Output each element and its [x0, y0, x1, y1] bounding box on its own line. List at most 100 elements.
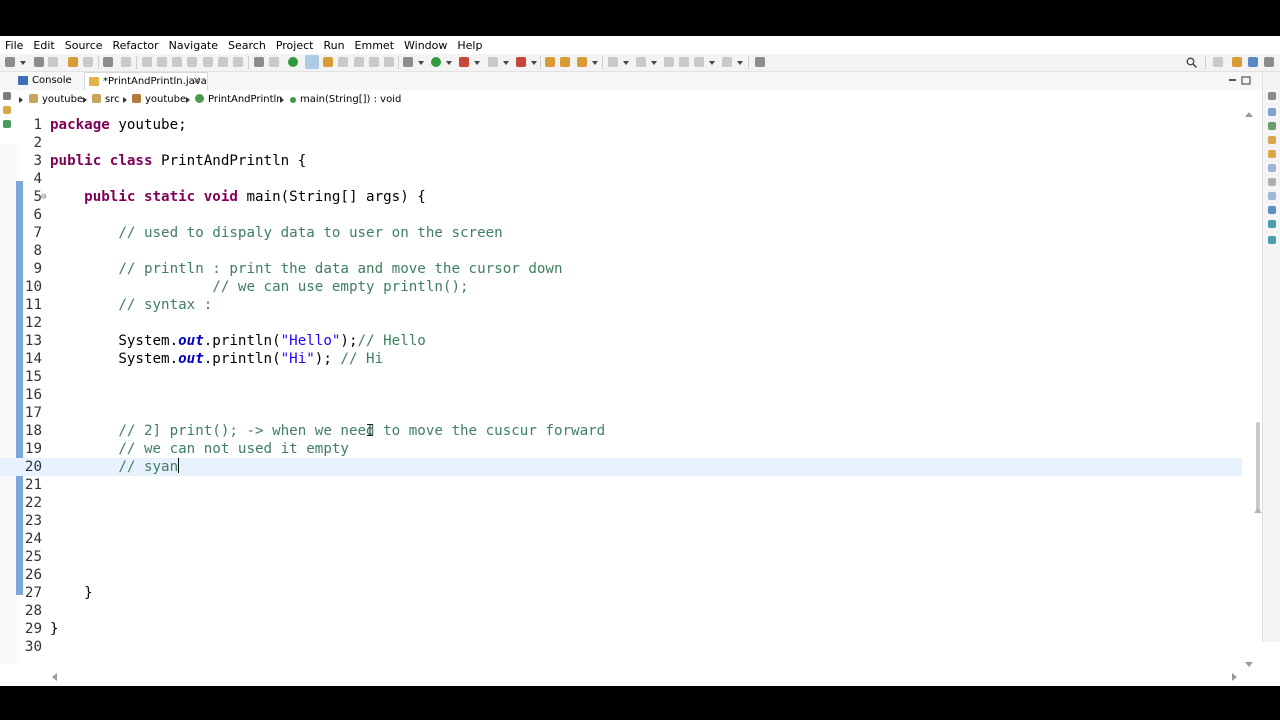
breadcrumb-src[interactable]: src	[92, 91, 120, 108]
next-annotation-dropdown-icon[interactable]	[623, 61, 629, 65]
next-annotation-icon[interactable]	[608, 57, 618, 67]
tab-printandprintln-java[interactable]: *PrintAndPrintln.java ✕	[84, 72, 208, 90]
code-line[interactable]: 25	[0, 548, 1242, 566]
new-icon[interactable]	[5, 57, 15, 67]
search-dropdown-icon[interactable]	[592, 61, 598, 65]
minimize-icon[interactable]	[1229, 79, 1236, 81]
code-line[interactable]: 9 // println : print the data and move t…	[0, 260, 1242, 278]
terminal-icon[interactable]	[103, 57, 113, 67]
previous-annotation-icon[interactable]	[636, 57, 646, 67]
breadcrumb-package[interactable]: youtube	[132, 91, 186, 108]
pilcrow-icon[interactable]	[384, 57, 394, 67]
code-line[interactable]: 12	[0, 314, 1242, 332]
debug-dropdown-icon[interactable]	[418, 61, 424, 65]
vertical-scrollbar-thumb[interactable]	[1256, 422, 1260, 512]
last-edit-location-icon[interactable]	[664, 57, 674, 67]
code-line[interactable]: 23	[0, 512, 1242, 530]
terminate-icon[interactable]	[172, 57, 182, 67]
search-tool-icon[interactable]	[577, 57, 587, 67]
tab-console[interactable]: Console	[14, 72, 80, 90]
bookmarks-icon[interactable]	[1268, 178, 1276, 186]
code-line[interactable]: 17	[0, 404, 1242, 422]
code-line[interactable]: 6	[0, 206, 1242, 224]
menu-run[interactable]: Run	[318, 39, 349, 52]
code-line[interactable]: 1 package youtube;	[0, 116, 1242, 134]
resume-icon[interactable]	[142, 57, 152, 67]
code-line[interactable]: 29}	[0, 620, 1242, 638]
menu-file[interactable]: File	[0, 39, 28, 52]
external-tools-icon[interactable]	[488, 57, 498, 67]
scroll-up-icon[interactable]	[1245, 112, 1253, 117]
code-line[interactable]: 5 ⊖ public static void main(String[] args…	[0, 188, 1242, 206]
previous-annotation-dropdown-icon[interactable]	[651, 61, 657, 65]
declaration-icon[interactable]	[1268, 164, 1276, 172]
problems-icon[interactable]	[1268, 136, 1276, 144]
pin-editor-icon[interactable]	[755, 57, 765, 67]
menu-source[interactable]: Source	[60, 39, 108, 52]
breakpoints-icon[interactable]	[1268, 206, 1276, 214]
forward-dropdown-icon[interactable]	[737, 61, 743, 65]
code-line[interactable]: 11 // syntax :	[0, 296, 1242, 314]
step-into-icon[interactable]	[203, 57, 213, 67]
use-step-filters-icon[interactable]	[269, 57, 279, 67]
save-all-icon[interactable]	[48, 57, 58, 67]
menu-search[interactable]: Search	[223, 39, 271, 52]
coverage-icon[interactable]	[459, 57, 469, 67]
redo-icon[interactable]	[83, 57, 93, 67]
new-dropdown-icon[interactable]	[20, 61, 26, 65]
code-line[interactable]: 10 // we can use empty println();	[0, 278, 1242, 296]
undo-icon[interactable]	[68, 57, 78, 67]
step-over-icon[interactable]	[218, 57, 228, 67]
java-ee-perspective-icon[interactable]	[1232, 57, 1242, 67]
code-line[interactable]: 14 System.out.println("Hi"); // Hi	[0, 350, 1242, 368]
java-perspective-icon[interactable]	[1248, 57, 1258, 67]
run-status-icon[interactable]	[288, 57, 298, 67]
coverage-dropdown-icon[interactable]	[474, 61, 480, 65]
code-line[interactable]: 19 // we can not used it empty	[0, 440, 1242, 458]
toggle-block-selection-icon[interactable]	[338, 57, 348, 67]
code-line[interactable]: 26	[0, 566, 1242, 584]
open-perspective-icon[interactable]	[1213, 57, 1223, 67]
code-line[interactable]: 8	[0, 242, 1242, 260]
new-java-project-icon[interactable]	[516, 57, 526, 67]
back-dropdown-icon[interactable]	[709, 61, 715, 65]
back-history-icon[interactable]	[694, 57, 704, 67]
code-line[interactable]: 4	[0, 170, 1242, 188]
code-line[interactable]: 13 System.out.println("Hello");// Hello	[0, 332, 1242, 350]
highlight-icon[interactable]	[323, 57, 333, 67]
scroll-right-icon[interactable]	[1232, 673, 1237, 681]
overview-up-icon[interactable]	[1254, 508, 1262, 513]
menu-project[interactable]: Project	[271, 39, 319, 52]
code-line[interactable]: 22	[0, 494, 1242, 512]
open-type-icon[interactable]	[545, 57, 555, 67]
fold-toggle-icon[interactable]: ⊖	[41, 188, 46, 206]
scroll-down-icon[interactable]	[1245, 662, 1253, 667]
maximize-icon[interactable]	[1241, 76, 1251, 85]
menu-window[interactable]: Window	[399, 39, 452, 52]
menu-edit[interactable]: Edit	[28, 39, 59, 52]
task-list-icon[interactable]	[1268, 122, 1276, 130]
disconnect-icon[interactable]	[187, 57, 197, 67]
code-line[interactable]: 24	[0, 530, 1242, 548]
show-whitespace-icon[interactable]	[354, 57, 364, 67]
servers-icon[interactable]	[1268, 236, 1276, 244]
breadcrumb-class[interactable]: PrintAndPrintln	[195, 91, 283, 108]
breadcrumb-method[interactable]: main(String[]) : void	[290, 91, 401, 108]
skip-breakpoints-icon[interactable]	[121, 57, 131, 67]
forward-icon[interactable]	[722, 57, 732, 67]
code-line[interactable]: 28	[0, 602, 1242, 620]
scroll-left-icon[interactable]	[52, 673, 57, 681]
restore-icon[interactable]	[1268, 92, 1276, 100]
code-line[interactable]: 18 // 2] print(); -> when we need to mov…	[0, 422, 1242, 440]
code-line[interactable]: 7 // used to dispaly data to user on the…	[0, 224, 1242, 242]
outline-icon[interactable]	[1268, 108, 1276, 116]
save-icon[interactable]	[34, 57, 44, 67]
step-return-icon[interactable]	[233, 57, 243, 67]
variables-icon[interactable]	[1268, 220, 1276, 228]
run-dropdown-icon[interactable]	[446, 61, 452, 65]
code-line[interactable]: 3 public class PrintAndPrintln {	[0, 152, 1242, 170]
open-task-icon[interactable]	[560, 57, 570, 67]
menu-navigate[interactable]: Navigate	[164, 39, 223, 52]
debug-perspective-icon[interactable]	[1264, 57, 1274, 67]
run-icon[interactable]	[431, 57, 441, 67]
